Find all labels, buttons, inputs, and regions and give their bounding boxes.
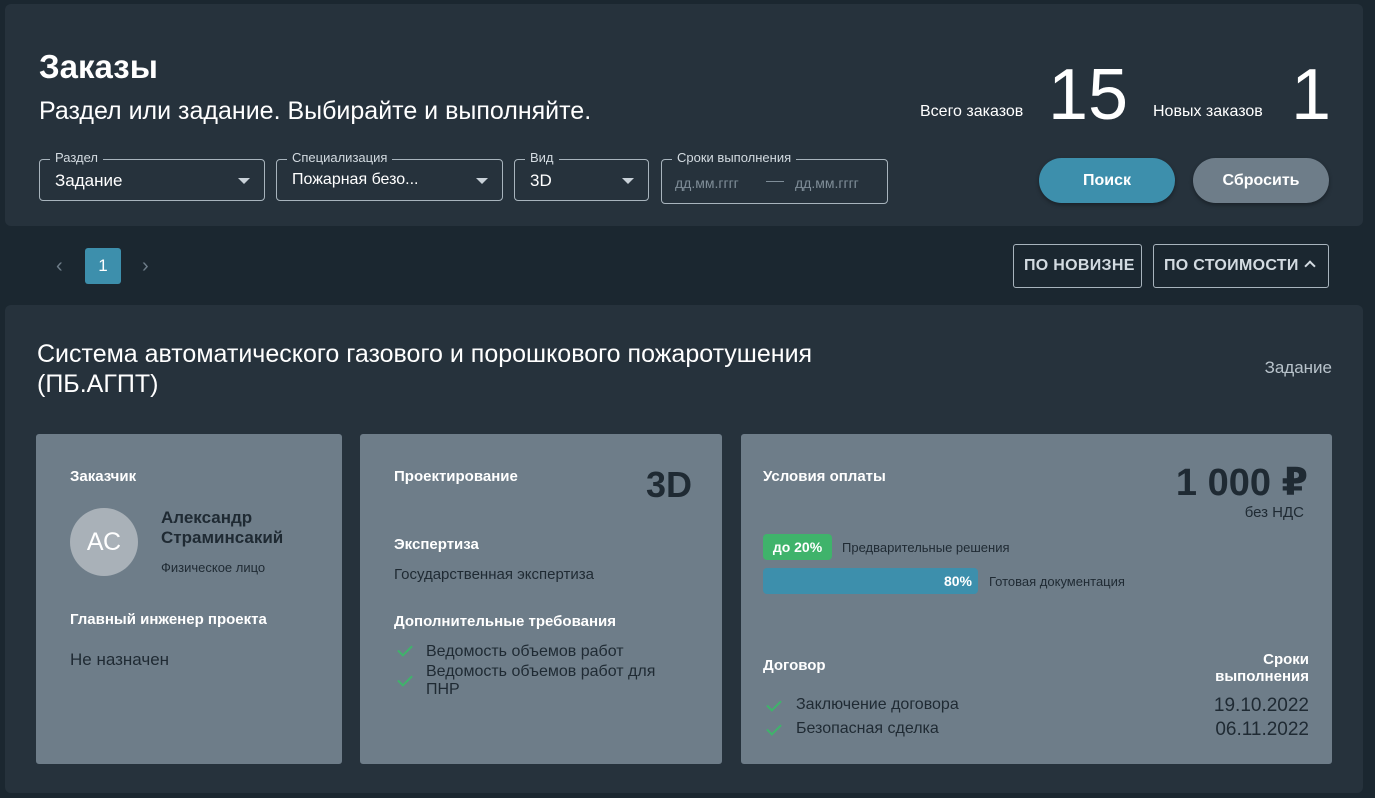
check-icon <box>766 720 782 736</box>
customer-card: Заказчик АС Александр Страминсакий Физич… <box>36 434 342 764</box>
deadlines-label: Сроки выполнения <box>1215 651 1309 685</box>
requirement-item: Ведомость объемов работ для ПНР <box>426 663 656 698</box>
check-icon <box>397 641 413 657</box>
sort-by-cost-label: ПО СТОИМОСТИ <box>1164 257 1299 274</box>
prepay-badge: до 20% <box>763 534 832 560</box>
payment-card: Условия оплаты 1 000 ₽ без НДС до 20% Пр… <box>741 434 1332 764</box>
next-page-icon[interactable]: › <box>142 255 149 278</box>
sort-by-new-label: ПО НОВИЗНЕ <box>1024 257 1135 274</box>
caret-down-icon <box>238 178 250 184</box>
page-subtitle: Раздел или задание. Выбирайте и выполняй… <box>39 97 592 125</box>
docs-progress-bar: 80% <box>763 568 978 594</box>
new-orders-label: Новых заказов <box>1153 103 1263 120</box>
contract-step-date: 19.10.2022 <box>1213 695 1309 716</box>
view-select[interactable]: Вид 3D <box>514 150 649 201</box>
vat-note: без НДС <box>1244 504 1304 521</box>
avatar: АС <box>70 508 138 576</box>
contract-step-date: 06.11.2022 <box>1215 719 1309 740</box>
design-view: 3D <box>645 464 692 505</box>
page-title: Заказы <box>39 48 158 85</box>
total-orders-count: 15 <box>1048 55 1129 135</box>
customer-name: Александр Страминсакий <box>161 508 283 548</box>
specialization-select-value: Пожарная безо... <box>292 171 419 188</box>
deadlines-label-line2: выполнения <box>1215 668 1309 685</box>
docs-progress-value: 80% <box>943 573 972 589</box>
section-select[interactable]: Раздел Задание <box>39 150 265 201</box>
sort-by-new-button[interactable]: ПО НОВИЗНЕ <box>1013 244 1142 288</box>
deadline-range: Сроки выполнения дд.мм.гггг дд.мм.гггг <box>661 150 888 204</box>
range-dash <box>766 181 784 182</box>
chevron-up-icon <box>1304 260 1316 272</box>
docs-desc: Готовая документация <box>989 574 1125 589</box>
deadline-range-label: Сроки выполнения <box>672 150 797 166</box>
specialization-select-label: Специализация <box>287 150 393 166</box>
header-panel: Заказы Раздел или задание. Выбирайте и в… <box>5 4 1363 226</box>
total-orders-label: Всего заказов <box>920 103 1024 120</box>
view-select-value: 3D <box>530 171 552 190</box>
contract-label: Договор <box>763 657 826 674</box>
expertise-value: Государственная экспертиза <box>394 566 594 583</box>
requirement-item: Ведомость объемов работ <box>426 643 624 660</box>
engineer-label: Главный инженер проекта <box>70 611 267 628</box>
deadline-to-input[interactable]: дд.мм.гггг <box>795 175 859 191</box>
customer-first-name: Александр <box>161 508 253 527</box>
prepay-desc: Предварительные решения <box>842 540 1010 555</box>
payment-label: Условия оплаты <box>763 468 886 485</box>
requirements-label: Дополнительные требования <box>394 613 616 630</box>
reset-button[interactable]: Сбросить <box>1193 158 1329 203</box>
design-label: Проектирование <box>394 468 518 485</box>
deadline-from-input[interactable]: дд.мм.гггг <box>675 175 739 191</box>
order-card[interactable]: Система автоматического газового и порош… <box>5 305 1363 793</box>
contract-step-name: Безопасная сделка <box>796 720 939 737</box>
caret-down-icon <box>622 178 634 184</box>
section-select-value: Задание <box>55 171 123 190</box>
contract-step-name: Заключение договора <box>796 696 959 713</box>
caret-down-icon <box>476 178 488 184</box>
prev-page-icon[interactable]: ‹ <box>56 255 63 278</box>
new-orders-count: 1 <box>1291 55 1332 135</box>
expertise-label: Экспертиза <box>394 536 479 553</box>
design-card: Проектирование 3D Экспертиза Государстве… <box>360 434 722 764</box>
customer-kind: Физическое лицо <box>161 560 266 575</box>
order-price: 1 000 ₽ <box>1175 462 1308 504</box>
specialization-select[interactable]: Специализация Пожарная безо... <box>276 150 503 201</box>
order-type: Задание <box>1264 358 1332 377</box>
engineer-value: Не назначен <box>70 650 170 669</box>
page-button-current[interactable]: 1 <box>85 248 121 284</box>
section-select-label: Раздел <box>50 150 103 166</box>
deadlines-label-line1: Сроки <box>1263 651 1309 668</box>
view-select-label: Вид <box>525 150 559 166</box>
customer-last-name: Страминсакий <box>161 528 284 547</box>
check-icon <box>766 696 782 712</box>
check-icon <box>397 671 413 687</box>
order-title[interactable]: Система автоматического газового и порош… <box>37 339 937 399</box>
customer-label: Заказчик <box>70 468 137 485</box>
sort-by-cost-button[interactable]: ПО СТОИМОСТИ <box>1153 244 1329 288</box>
search-button[interactable]: Поиск <box>1039 158 1175 203</box>
